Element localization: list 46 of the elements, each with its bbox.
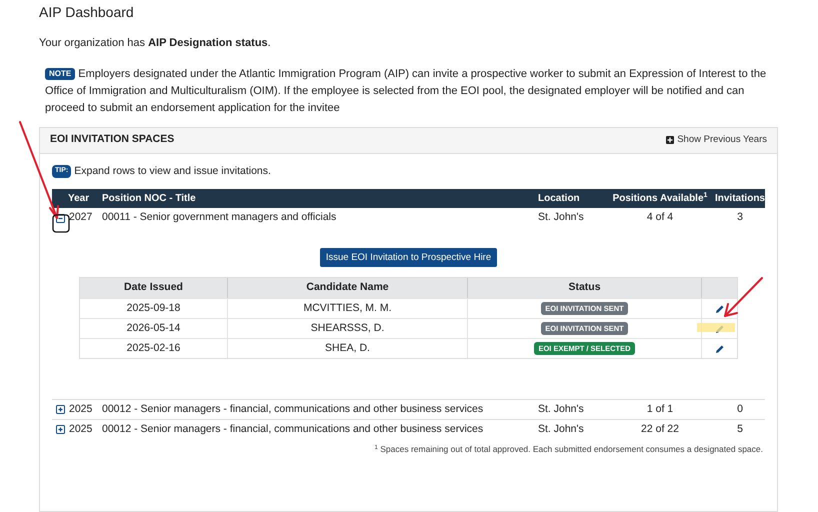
pencil-icon[interactable] — [714, 344, 724, 354]
table-cell-text: St. John's — [538, 402, 585, 417]
table-cell-text: 2027 — [69, 210, 92, 226]
highlight-mark — [697, 323, 735, 332]
table-cell-text: St. John's — [538, 422, 585, 437]
column-header: Location — [538, 192, 581, 206]
table-cell: SHEARSSS, D. — [228, 319, 468, 338]
table-cell-text: 4 of 4 — [646, 210, 674, 226]
expand-toggle[interactable] — [56, 405, 65, 414]
page-title: AIP Dashboard — [39, 3, 135, 22]
column-header: Year — [67, 192, 90, 206]
table-cell: SHEA, D. — [228, 339, 468, 358]
column-header: Invitations — [714, 192, 766, 206]
table-cell-text: 1 of 1 — [646, 402, 674, 417]
annotation-arrow — [724, 277, 763, 317]
column-header: Date Issued — [80, 278, 228, 298]
table-cell-text: 00011 - Senior government managers and officials — [102, 210, 338, 226]
table-cell: 2026-05-14 — [80, 319, 228, 338]
card-title: EOI INVITATION SPACES — [50, 132, 174, 148]
table-cell-text: 5 — [736, 422, 744, 437]
pencil-icon[interactable] — [714, 304, 724, 314]
note-text: NOTE Employers designated under the Atlantic Immigration Program (AIP) can invite a prospective worker to submit an Expression of Interest to the Office of Immigration and Multiculturalism (OIM). If the employee is selected from the EOI pool, the designated employer will be notified and can proceed to submit an endorsement application for the invitee — [45, 66, 768, 116]
designation-text: Your organization has AIP Designation status. — [39, 36, 272, 51]
table-cell: 2025-09-18 — [80, 299, 228, 318]
expand-toggle[interactable] — [56, 425, 65, 434]
table-cell-text: 2025 — [69, 422, 92, 437]
table-cell-text: 22 of 22 — [640, 422, 680, 437]
footnote: $^{1}$ Spaces remaining out of total approved. Each submitted endorsement consumes a designated space. — [374, 443, 764, 456]
table-cell-text: St. John's — [538, 210, 585, 226]
show-previous-link[interactable]: Show Previous Years — [666, 132, 767, 148]
plus-icon — [666, 136, 674, 144]
table-cell-text: 00012 - Senior managers - financial, communications and other business services — [102, 422, 484, 437]
table-cell-text: 0 — [736, 402, 744, 417]
table-cell: MCVITTIES, M. M. — [228, 299, 468, 318]
column-header: Positions Available$^{1}$ — [612, 192, 708, 206]
table-cell-text: 2025 — [69, 402, 92, 417]
column-header: Candidate Name — [228, 278, 468, 298]
annotation-box — [52, 214, 70, 233]
table-cell-text: 00012 - Senior managers - financial, communications and other business services — [102, 402, 484, 417]
collapse-toggle[interactable] — [56, 214, 65, 223]
column-header: Position NOC - Title — [102, 192, 197, 206]
column-header: Status — [468, 278, 702, 298]
table-cell-text: 3 — [736, 210, 744, 226]
table-cell: 2025-02-16 — [80, 339, 228, 358]
issue-invitation-button[interactable]: Issue EOI Invitation to Prospective Hire — [320, 248, 498, 268]
tip-text: Expand rows to view and issue invitations. — [74, 164, 271, 178]
